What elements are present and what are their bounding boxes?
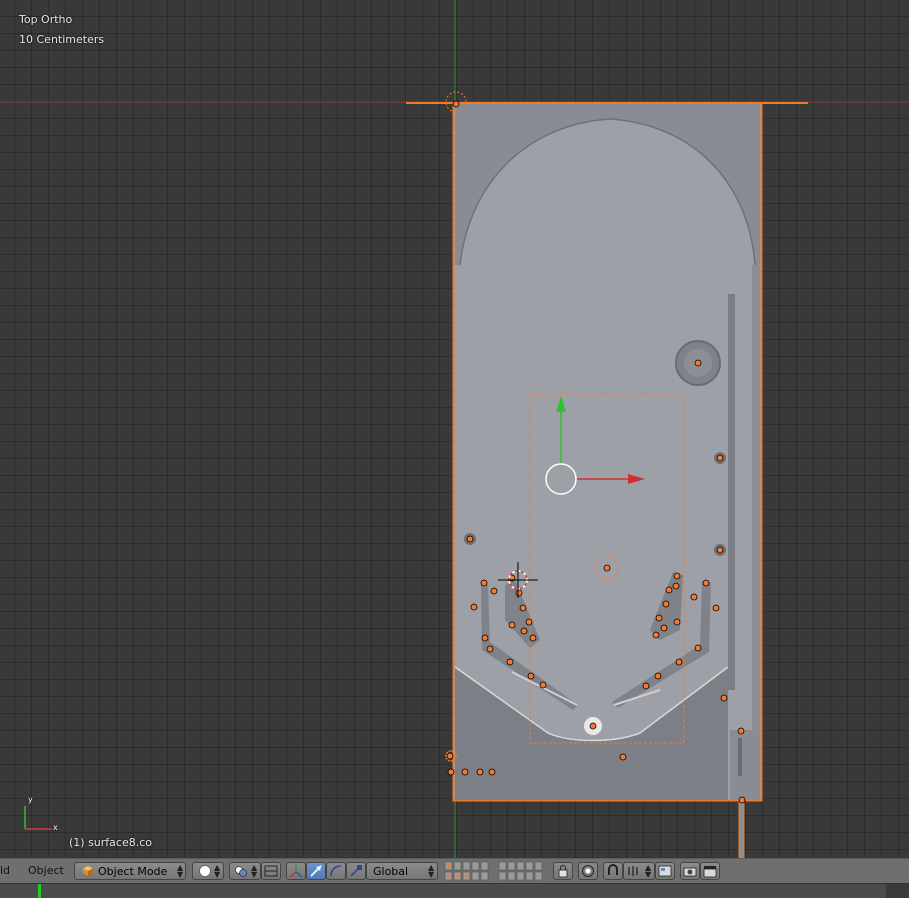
translate-button[interactable] (306, 862, 326, 880)
render-layers-icon (658, 865, 672, 877)
updown-arrows-icon: ▲ ▼ (177, 863, 184, 879)
clapper-icon (703, 866, 717, 878)
axis-y-label: y (28, 795, 33, 804)
render-camera-button[interactable] (680, 862, 700, 880)
updown-arrows-icon: ▲ ▼ (251, 863, 258, 879)
plunger-shaft (738, 799, 745, 858)
render-animation-button[interactable] (700, 862, 720, 880)
object-menu[interactable]: Object (28, 864, 64, 877)
pivot-icon (235, 866, 247, 877)
layers-grid-icon (498, 861, 543, 881)
3d-viewport[interactable]: Top Ortho 10 Centimeters (1) surface8.co… (0, 0, 909, 858)
layers-grid-icon (264, 865, 278, 877)
lock-icon (558, 865, 568, 878)
lock-camera-button[interactable] (553, 862, 573, 880)
proportional-icon (582, 865, 594, 877)
plunger-lane-wall (752, 265, 760, 730)
mode-select[interactable]: Object Mode ▲ ▼ (74, 862, 186, 880)
frame-marker[interactable] (38, 884, 41, 898)
mode-cube-icon (83, 866, 93, 876)
render-layers-button[interactable] (655, 862, 675, 880)
active-object-label: (1) surface8.co (69, 836, 153, 849)
snap-button[interactable] (603, 862, 623, 880)
mode-select-label: Object Mode (98, 865, 168, 878)
pinball-table-scene[interactable] (0, 0, 909, 858)
timeline-end-shade (886, 884, 909, 898)
grid-scale-label: 10 Centimeters (19, 33, 105, 46)
shading-sphere-icon (199, 865, 211, 877)
manipulator-toggle[interactable] (286, 862, 306, 880)
updown-arrows-icon: ▲ ▼ (428, 863, 435, 879)
translate-icon (310, 865, 322, 877)
rotate-button[interactable] (326, 862, 346, 880)
view-axis-widget (24, 806, 52, 830)
render-camera-icon (683, 867, 697, 877)
shading-select[interactable]: ▲ ▼ (192, 862, 224, 880)
snap-target-icon (628, 866, 638, 876)
menu-truncated[interactable]: ld (0, 864, 10, 877)
scale-button[interactable] (346, 862, 366, 880)
snap-element-button[interactable] (261, 862, 281, 880)
scale-icon (350, 865, 362, 877)
updown-arrows-icon: ▲ ▼ (214, 863, 221, 879)
view-name-label: Top Ortho (19, 13, 73, 26)
pivot-select[interactable]: ▲ ▼ (229, 862, 261, 880)
layers-grid-icon (444, 861, 489, 881)
layers-grid-1[interactable] (444, 861, 494, 881)
snap-target-select[interactable]: ▲ ▼ (623, 862, 655, 880)
plunger-lane-bottom (730, 730, 760, 800)
orientation-select[interactable]: Global ▲ ▼ (366, 862, 438, 880)
timeline-strip[interactable] (0, 883, 909, 898)
updown-arrows-icon: ▲ ▼ (645, 863, 652, 879)
snap-icon (608, 864, 618, 875)
rotate-icon (330, 865, 342, 877)
manipulator-toggle-icon (289, 865, 303, 878)
right-rail (728, 294, 735, 690)
orientation-select-label: Global (373, 865, 409, 878)
axis-x-label: x (53, 823, 58, 832)
plunger-rod (738, 738, 742, 776)
layers-grid-2[interactable] (498, 861, 548, 881)
viewport-header: ld Object Object Mode ▲ ▼ ▲ ▼ ▲ ▼ Global… (0, 858, 909, 884)
proportional-edit-button[interactable] (578, 862, 598, 880)
